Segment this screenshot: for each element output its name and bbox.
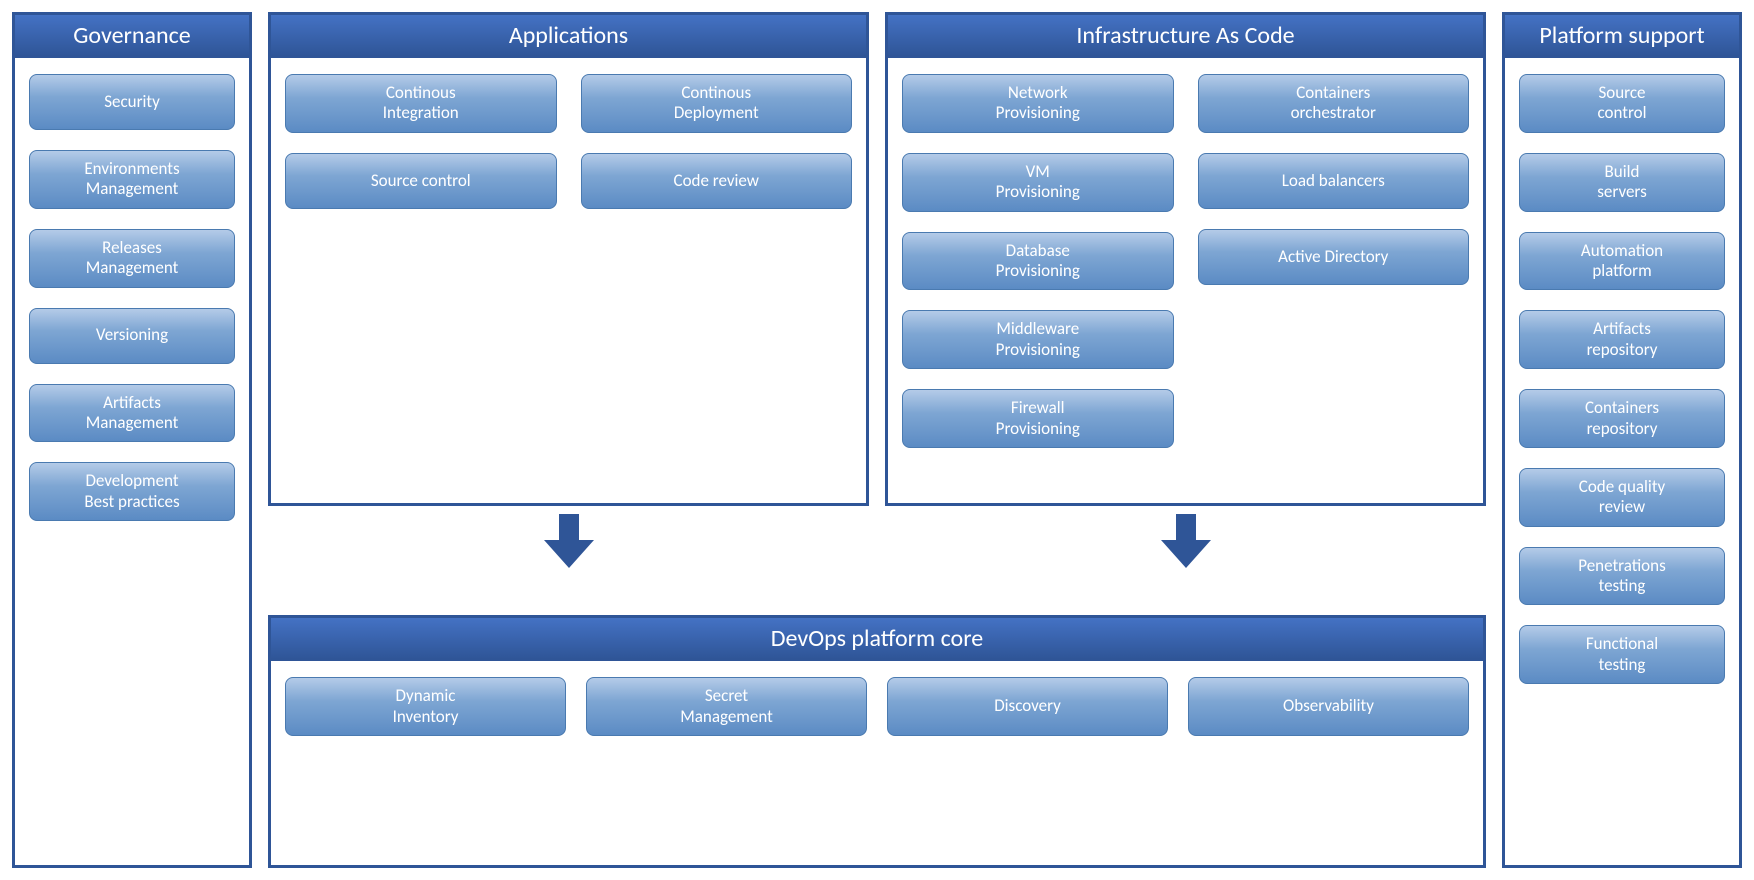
arrow-iac-to-core [885,506,1486,576]
pill-governance-releases-management: Releases Management [29,229,235,288]
down-arrow-icon [1161,514,1211,568]
pill-support-functional-testing: Functional testing [1519,625,1725,684]
iac-right-col: Containers orchestrator Load balancers A… [1198,74,1470,448]
pill-governance-environments-management: Environments Management [29,150,235,209]
middle-area: Applications Continous Integration Conti… [268,12,1486,868]
panel-iac-body: Network Provisioning VM Provisioning Dat… [888,58,1483,464]
pill-app-source-control: Source control [285,153,557,209]
iac-left-col: Network Provisioning VM Provisioning Dat… [902,74,1174,448]
pill-app-continuous-deployment: Continous Deployment [581,74,853,133]
pill-core-secret-management: Secret Management [586,677,867,736]
panel-applications-body: Continous Integration Continous Deployme… [271,58,866,225]
panel-support-header: Platform support [1505,15,1739,58]
panel-applications: Applications Continous Integration Conti… [268,12,869,506]
arrow-row [268,506,1486,615]
panel-governance-body: Security Environments Management Release… [15,58,249,537]
pill-support-containers-repository: Containers repository [1519,389,1725,448]
arrow-applications-to-core [268,506,869,576]
panel-core-header: DevOps platform core [271,618,1483,661]
pill-support-artifacts-repository: Artifacts repository [1519,310,1725,369]
panel-iac-header: Infrastructure As Code [888,15,1483,58]
pill-support-source-control: Source control [1519,74,1725,133]
pill-iac-containers-orchestrator: Containers orchestrator [1198,74,1470,133]
panel-core: DevOps platform core Dynamic Inventory S… [268,615,1486,868]
pill-iac-network-provisioning: Network Provisioning [902,74,1174,133]
pill-governance-artifacts-management: Artifacts Management [29,384,235,443]
panel-core-body: Dynamic Inventory Secret Management Disc… [271,661,1483,826]
panel-governance-header: Governance [15,15,249,58]
pill-governance-security: Security [29,74,235,130]
pill-governance-development-best-practices: Development Best practices [29,462,235,521]
pill-iac-vm-provisioning: VM Provisioning [902,153,1174,212]
pill-support-build-servers: Build servers [1519,153,1725,212]
panel-platform-support: Platform support Source control Build se… [1502,12,1742,868]
panel-applications-header: Applications [271,15,866,58]
pill-governance-versioning: Versioning [29,308,235,364]
pill-core-dynamic-inventory: Dynamic Inventory [285,677,566,736]
pill-support-automation-platform: Automation platform [1519,232,1725,291]
pill-iac-active-directory: Active Directory [1198,229,1470,285]
pill-iac-database-provisioning: Database Provisioning [902,232,1174,291]
diagram-layout: Governance Security Environments Managem… [12,12,1742,868]
pill-core-observability: Observability [1188,677,1469,736]
pill-support-code-quality-review: Code quality review [1519,468,1725,527]
down-arrow-icon [544,514,594,568]
panel-support-body: Source control Build servers Automation … [1505,58,1739,700]
pill-iac-firewall-provisioning: Firewall Provisioning [902,389,1174,448]
pill-app-code-review: Code review [581,153,853,209]
pill-app-continuous-integration: Continous Integration [285,74,557,133]
panel-iac: Infrastructure As Code Network Provision… [885,12,1486,506]
pill-core-discovery: Discovery [887,677,1168,736]
pill-support-penetrations-testing: Penetrations testing [1519,547,1725,606]
pill-iac-middleware-provisioning: Middleware Provisioning [902,310,1174,369]
panel-governance: Governance Security Environments Managem… [12,12,252,868]
pill-iac-load-balancers: Load balancers [1198,153,1470,209]
